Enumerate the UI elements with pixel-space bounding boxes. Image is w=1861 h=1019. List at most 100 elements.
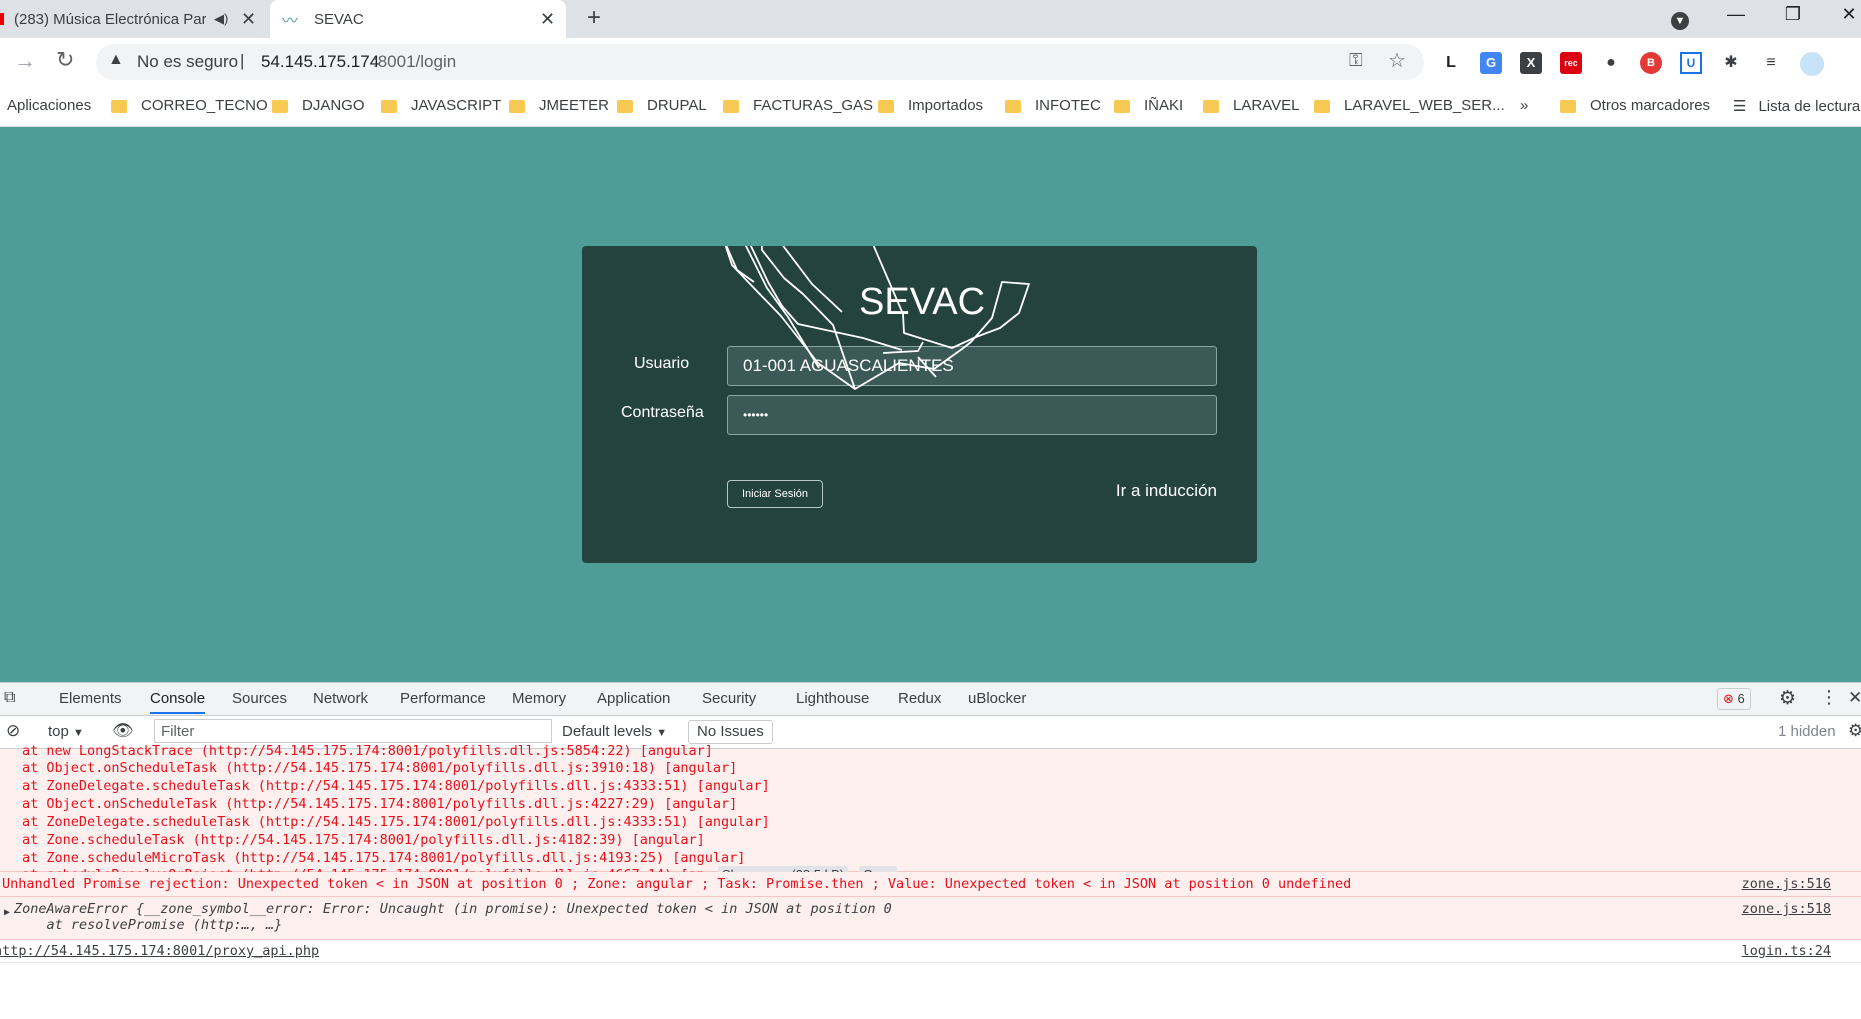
extension-ball-icon[interactable]: ● — [1600, 52, 1622, 74]
devtools-tab-redux[interactable]: Redux — [898, 690, 941, 707]
bookmarks-bar: Aplicaciones CORREO_TECNO DJANGO JAVASCR… — [0, 88, 1861, 127]
translate-extension-icon[interactable]: G — [1480, 52, 1502, 74]
close-tab-icon[interactable]: ✕ — [241, 9, 256, 30]
app-page: SEVAC Usuario 01-001 AGUASCALIENTES Cont… — [0, 127, 1861, 682]
stack-line: at Zone.scheduleTask (http://54.145.175.… — [22, 832, 705, 848]
bookmark-folder[interactable]: INFOTEC — [1005, 97, 1101, 114]
source-link[interactable]: zone.js:516 — [1742, 876, 1831, 892]
folder-icon — [617, 100, 633, 113]
url-path: :8001/login — [373, 52, 457, 71]
bookmark-label: JMEETER — [539, 97, 610, 114]
expand-triangle-icon[interactable]: ▶ — [4, 907, 10, 918]
bookmark-folder[interactable]: JAVASCRIPT — [381, 97, 501, 114]
browser-tab-youtube[interactable]: (283) Música Electrónica Para ◀) ✕ — [0, 0, 268, 38]
bookmark-label: DJANGO — [302, 97, 365, 114]
context-value: top — [48, 723, 69, 740]
screen-recorder-icon[interactable]: rec — [1560, 52, 1582, 74]
devtools-tab-lighthouse[interactable]: Lighthouse — [796, 690, 869, 707]
source-link[interactable]: login.ts:24 — [1742, 943, 1831, 959]
bookmark-other[interactable]: Otros marcadores — [1560, 97, 1710, 114]
devtools-tab-sources[interactable]: Sources — [232, 690, 287, 707]
speaker-icon[interactable]: ◀) — [214, 11, 228, 27]
devtools-tab-console[interactable]: Console — [150, 690, 206, 714]
bookmark-star-icon[interactable]: ☆ — [1388, 48, 1406, 73]
mexico-map-outline-icon — [724, 246, 1030, 390]
devtools-tab-security[interactable]: Security — [702, 690, 756, 707]
folder-icon — [381, 100, 397, 113]
new-tab-button[interactable]: + — [587, 4, 601, 32]
devtools-tab-ublocker[interactable]: uBlocker — [968, 690, 1026, 707]
filter-placeholder: Filter — [161, 723, 195, 740]
folder-icon — [878, 100, 894, 113]
bookmark-folder[interactable]: DJANGO — [272, 97, 365, 114]
clear-console-icon[interactable]: ⊘ — [6, 721, 20, 741]
bookmark-folder[interactable]: IÑAKI — [1114, 97, 1183, 114]
minimize-icon[interactable]: — — [1716, 4, 1756, 25]
tab-search-icon[interactable]: ▼ — [1660, 8, 1700, 30]
reading-list-button[interactable]: ☰ Lista de lectura — [1733, 97, 1861, 116]
tab-title: SEVAC — [314, 10, 364, 28]
log-url-link[interactable]: http://54.145.175.174:8001/proxy_api.php — [0, 943, 319, 959]
extension-l-icon[interactable]: L — [1440, 52, 1462, 74]
bookmark-folder[interactable]: Importados — [878, 97, 983, 114]
forward-icon[interactable]: → — [14, 48, 36, 74]
folder-icon — [1203, 100, 1219, 113]
log-levels-dropdown[interactable]: Default levels ▼ — [562, 723, 667, 740]
bookmark-folder[interactable]: DRUPAL — [617, 97, 707, 114]
folder-icon — [509, 100, 525, 113]
maximize-icon[interactable]: ❐ — [1773, 4, 1813, 25]
hidden-count: 1 hidden — [1778, 723, 1836, 740]
bookmark-folder[interactable]: CORREO_TECNO — [111, 97, 268, 114]
address-bar[interactable]: ▲ No es seguro | 54.145.175.174 :8001/lo… — [96, 44, 1424, 80]
bookmark-folder[interactable]: JMEETER — [509, 97, 609, 114]
reload-icon[interactable]: ↻ — [56, 47, 74, 73]
issues-button[interactable]: No Issues — [688, 720, 773, 744]
context-selector[interactable]: top ▼ — [48, 723, 84, 740]
devtools-tab-performance[interactable]: Performance — [400, 690, 486, 707]
extension-red-icon[interactable]: B — [1640, 52, 1662, 74]
bookmark-folder[interactable]: FACTURAS_GAS — [723, 97, 873, 114]
zone-error-line: at resolvePromise (http:…, …} — [14, 917, 283, 933]
source-link[interactable]: zone.js:518 — [1742, 901, 1831, 917]
bookmark-label: LARAVEL — [1233, 97, 1300, 114]
live-expression-eye-icon[interactable]: 👁 — [112, 721, 134, 741]
extensions-puzzle-icon[interactable]: ✱ — [1720, 52, 1742, 74]
browser-tab-sevac[interactable]: 〰 SEVAC ✕ — [270, 0, 566, 38]
profile-avatar-icon[interactable] — [1800, 52, 1824, 76]
security-label[interactable]: No es seguro — [137, 52, 238, 72]
devtools-panel: ⧉ Elements Console Sources Network Perfo… — [0, 682, 1861, 1019]
close-window-icon[interactable]: ✕ — [1829, 4, 1861, 25]
console-filter-input[interactable]: Filter — [154, 719, 552, 743]
extension-ui-icon[interactable]: U — [1680, 52, 1702, 74]
settings-gear-icon[interactable]: ⚙ — [1779, 687, 1796, 710]
reading-list-label: Lista de lectura — [1758, 97, 1861, 115]
browser-toolbar: → ↻ ▲ No es seguro | 54.145.175.174 :800… — [0, 38, 1861, 88]
zone-error-line[interactable]: ZoneAwareError {__zone_symbol__error: Er… — [14, 901, 892, 917]
error-count-badge[interactable]: ⊗ 6 — [1717, 688, 1751, 710]
close-tab-icon[interactable]: ✕ — [540, 9, 555, 30]
bookmark-folder[interactable]: LARAVEL_WEB_SER... — [1314, 97, 1505, 114]
folder-icon — [1314, 100, 1330, 113]
devtools-tab-memory[interactable]: Memory — [512, 690, 566, 707]
omnibox-divider: | — [240, 51, 245, 70]
bookmark-folder[interactable]: LARAVEL — [1203, 97, 1299, 114]
media-control-icon[interactable]: ≡ — [1760, 52, 1782, 74]
extension-x-icon[interactable]: X — [1520, 52, 1542, 74]
key-icon[interactable]: ⚿ — [1349, 50, 1363, 71]
devtools-tab-application[interactable]: Application — [597, 690, 670, 707]
stack-line: at ZoneDelegate.scheduleTask (http://54.… — [22, 778, 770, 794]
tab-title: (283) Música Electrónica Para — [14, 10, 206, 28]
device-toggle-icon[interactable]: ⧉ — [4, 689, 15, 707]
browser-tab-strip: (283) Música Electrónica Para ◀) ✕ 〰 SEV… — [0, 0, 1861, 38]
devtools-tab-elements[interactable]: Elements — [59, 690, 122, 707]
stack-line: at Object.onScheduleTask (http://54.145.… — [22, 760, 738, 776]
dropdown-arrow-icon: ▼ — [656, 727, 668, 739]
promise-rejection-row: Unhandled Promise rejection: Unexpected … — [0, 872, 1861, 897]
bookmarks-overflow-button[interactable]: » — [1520, 97, 1528, 114]
folder-icon — [1560, 100, 1576, 113]
console-settings-gear-icon[interactable]: ⚙ — [1848, 721, 1861, 741]
devtools-tab-network[interactable]: Network — [313, 690, 368, 707]
more-menu-icon[interactable]: ⋮ — [1820, 687, 1838, 708]
bookmark-apps[interactable]: Aplicaciones — [7, 97, 91, 114]
close-devtools-icon[interactable]: ✕ — [1848, 688, 1861, 708]
